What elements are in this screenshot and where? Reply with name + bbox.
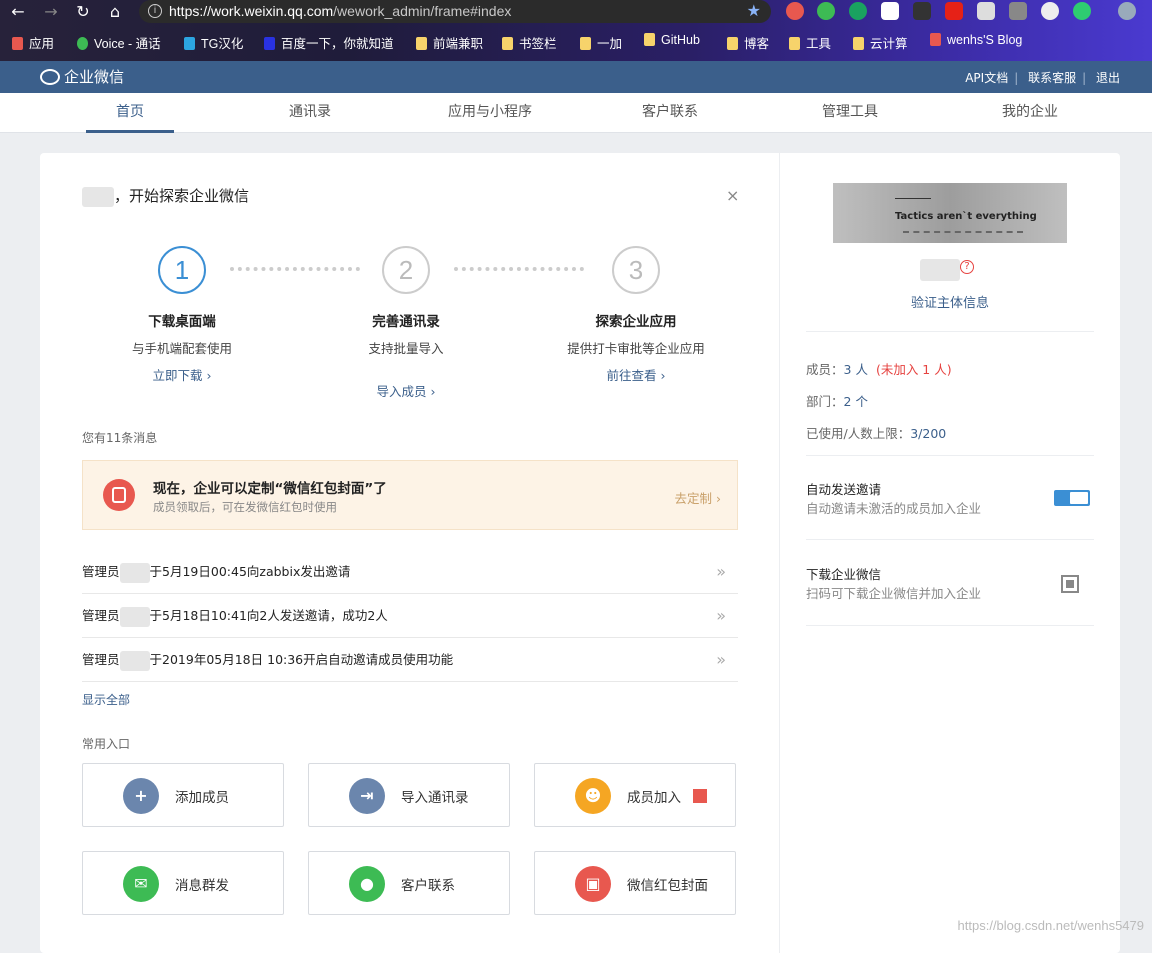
- tab-tools[interactable]: 管理工具: [806, 93, 894, 133]
- help-icon[interactable]: ?: [960, 260, 974, 274]
- customize-link[interactable]: 去定制 ›: [675, 488, 721, 507]
- add-member-button[interactable]: + 添加成员: [82, 763, 284, 827]
- red-packet-cover-button[interactable]: ▣ 微信红包封面: [534, 851, 736, 915]
- download-desc: 扫码可下载企业微信并加入企业: [806, 586, 982, 601]
- dept-count: 部门：2 个: [806, 394, 868, 409]
- verify-entity-link[interactable]: 验证主体信息: [780, 292, 1120, 311]
- member-count: 成员：3 人 (未加入 1 人): [806, 362, 952, 377]
- show-all-link[interactable]: 显示全部: [82, 691, 130, 708]
- download-title: 下载企业微信: [806, 567, 882, 582]
- extension-icon[interactable]: [913, 2, 931, 20]
- import-members-link[interactable]: 导入成员 ›: [316, 381, 496, 400]
- extension-icon[interactable]: [945, 2, 963, 20]
- extension-icon[interactable]: [1041, 2, 1059, 20]
- logout-link[interactable]: 退出: [1096, 71, 1120, 85]
- bookmark-item[interactable]: wenhs'S Blog: [930, 33, 1022, 47]
- chevron-right-icon: »: [716, 650, 726, 669]
- info-icon[interactable]: i: [148, 4, 162, 18]
- tab-contacts[interactable]: 通讯录: [266, 93, 354, 133]
- message-row[interactable]: 管理员 于5月19日00:45向zabbix发出邀请 »: [82, 550, 738, 594]
- home-icon[interactable]: ⌂: [105, 2, 125, 22]
- extension-icon[interactable]: [1073, 2, 1091, 20]
- download-link[interactable]: 立即下载 ›: [92, 365, 272, 384]
- extension-icon[interactable]: [817, 2, 835, 20]
- broadcast-button[interactable]: ✉ 消息群发: [82, 851, 284, 915]
- bookmark-item[interactable]: 应用: [12, 33, 54, 52]
- auto-invite-toggle[interactable]: [1054, 490, 1090, 506]
- blurred-name: [82, 186, 114, 207]
- bookmark-item[interactable]: Voice - 通话: [77, 33, 161, 52]
- main-nav: 首页 通讯录 应用与小程序 客户联系 管理工具 我的企业: [0, 93, 1152, 133]
- profile-avatar[interactable]: [1118, 2, 1136, 20]
- header-links: API文档 | 联系客服 | 退出: [965, 71, 1120, 85]
- bookmark-folder[interactable]: 云计算: [853, 33, 908, 52]
- chevron-right-icon: »: [716, 606, 726, 625]
- address-bar[interactable]: i https://work.weixin.qq.com/wework_admi…: [139, 0, 771, 23]
- extension-icon[interactable]: [1009, 2, 1027, 20]
- bookmark-folder[interactable]: GitHub: [644, 33, 700, 47]
- blurred-company-name: [920, 259, 960, 281]
- message-row[interactable]: 管理员 于2019年05月18日 10:36开启自动邀请成员使用功能 »: [82, 638, 738, 682]
- extension-icon[interactable]: [849, 2, 867, 20]
- member-limit: 已使用/人数上限：3/200: [806, 426, 947, 441]
- extension-icon[interactable]: [881, 2, 899, 20]
- bookmark-folder[interactable]: 一加: [580, 33, 622, 52]
- broadcast-icon: ✉: [123, 866, 159, 902]
- bookmark-folder[interactable]: 工具: [789, 33, 831, 52]
- dashboard-card: ，开始探索企业微信 × 1 下载桌面端 与手机端配套使用 立即下载 › 2 完善…: [40, 153, 1120, 953]
- bookmark-folder[interactable]: 博客: [727, 33, 769, 52]
- add-member-icon: +: [123, 778, 159, 814]
- extension-icon[interactable]: [977, 2, 995, 20]
- sidebar: Tactics aren`t everything ? 验证主体信息 成员：3 …: [780, 153, 1120, 953]
- explore-apps-link[interactable]: 前往查看 ›: [546, 365, 726, 384]
- red-packet-icon: [103, 479, 135, 511]
- members-icon: ☻: [575, 778, 611, 814]
- watermark: https://blog.csdn.net/wenhs5479: [957, 918, 1144, 933]
- extension-icon[interactable]: [786, 2, 804, 20]
- wework-logo-icon: [40, 69, 60, 85]
- qr-code-icon[interactable]: [1061, 575, 1079, 593]
- back-icon[interactable]: ←: [8, 2, 28, 22]
- red-packet-icon: ▣: [575, 866, 611, 902]
- app-header: 企业微信 API文档 | 联系客服 | 退出: [0, 61, 1152, 93]
- chevron-right-icon: »: [716, 562, 726, 581]
- bookmark-star-icon[interactable]: ★: [747, 0, 761, 23]
- red-tag-icon: [693, 789, 707, 803]
- customer-contact-button[interactable]: ● 客户联系: [308, 851, 510, 915]
- member-join-button[interactable]: ☻ 成员加入: [534, 763, 736, 827]
- auto-invite-title: 自动发送邀请: [806, 482, 882, 497]
- tab-apps[interactable]: 应用与小程序: [430, 93, 550, 133]
- bookmark-folder[interactable]: 书签栏: [502, 33, 557, 52]
- step-explore: 3 探索企业应用 提供打卡审批等企业应用 前往查看 ›: [546, 246, 726, 384]
- reload-icon[interactable]: ↻: [73, 2, 93, 22]
- message-row[interactable]: 管理员 于5月18日10:41向2人发送邀请，成功2人 »: [82, 594, 738, 638]
- browser-chrome: ← → ↻ ⌂ i https://work.weixin.qq.com/wew…: [0, 0, 1152, 61]
- forward-icon[interactable]: →: [41, 2, 61, 22]
- greeting: ，开始探索企业微信: [82, 185, 249, 207]
- auto-invite-desc: 自动邀请未激活的成员加入企业: [806, 501, 982, 516]
- quick-entry-title: 常用入口: [82, 737, 131, 751]
- bookmark-item[interactable]: TG汉化: [184, 33, 243, 52]
- support-link[interactable]: 联系客服: [1028, 71, 1076, 85]
- member-count-link[interactable]: 3 人: [844, 362, 868, 377]
- dept-count-link[interactable]: 2 个: [844, 394, 868, 409]
- app-logo[interactable]: 企业微信: [40, 66, 124, 88]
- tab-home[interactable]: 首页: [86, 93, 174, 133]
- close-icon[interactable]: ×: [726, 186, 739, 205]
- bookmark-folder[interactable]: 前端兼职: [416, 33, 483, 52]
- message-count: 您有11条消息: [82, 431, 158, 445]
- tab-my-company[interactable]: 我的企业: [986, 93, 1074, 133]
- company-logo: Tactics aren`t everything: [833, 183, 1067, 243]
- wechat-icon: ●: [349, 866, 385, 902]
- import-icon: ⇥: [349, 778, 385, 814]
- red-packet-banner[interactable]: 现在，企业可以定制“微信红包封面”了 成员领取后，可在发微信红包时使用 去定制 …: [82, 460, 738, 530]
- import-contacts-button[interactable]: ⇥ 导入通讯录: [308, 763, 510, 827]
- api-docs-link[interactable]: API文档: [965, 71, 1008, 85]
- bookmarks-bar: 应用 Voice - 通话 TG汉化 百度一下，你就知道 前端兼职 书签栏 一加…: [0, 31, 1152, 53]
- tab-customers[interactable]: 客户联系: [626, 93, 714, 133]
- bookmark-item[interactable]: 百度一下，你就知道: [264, 33, 394, 52]
